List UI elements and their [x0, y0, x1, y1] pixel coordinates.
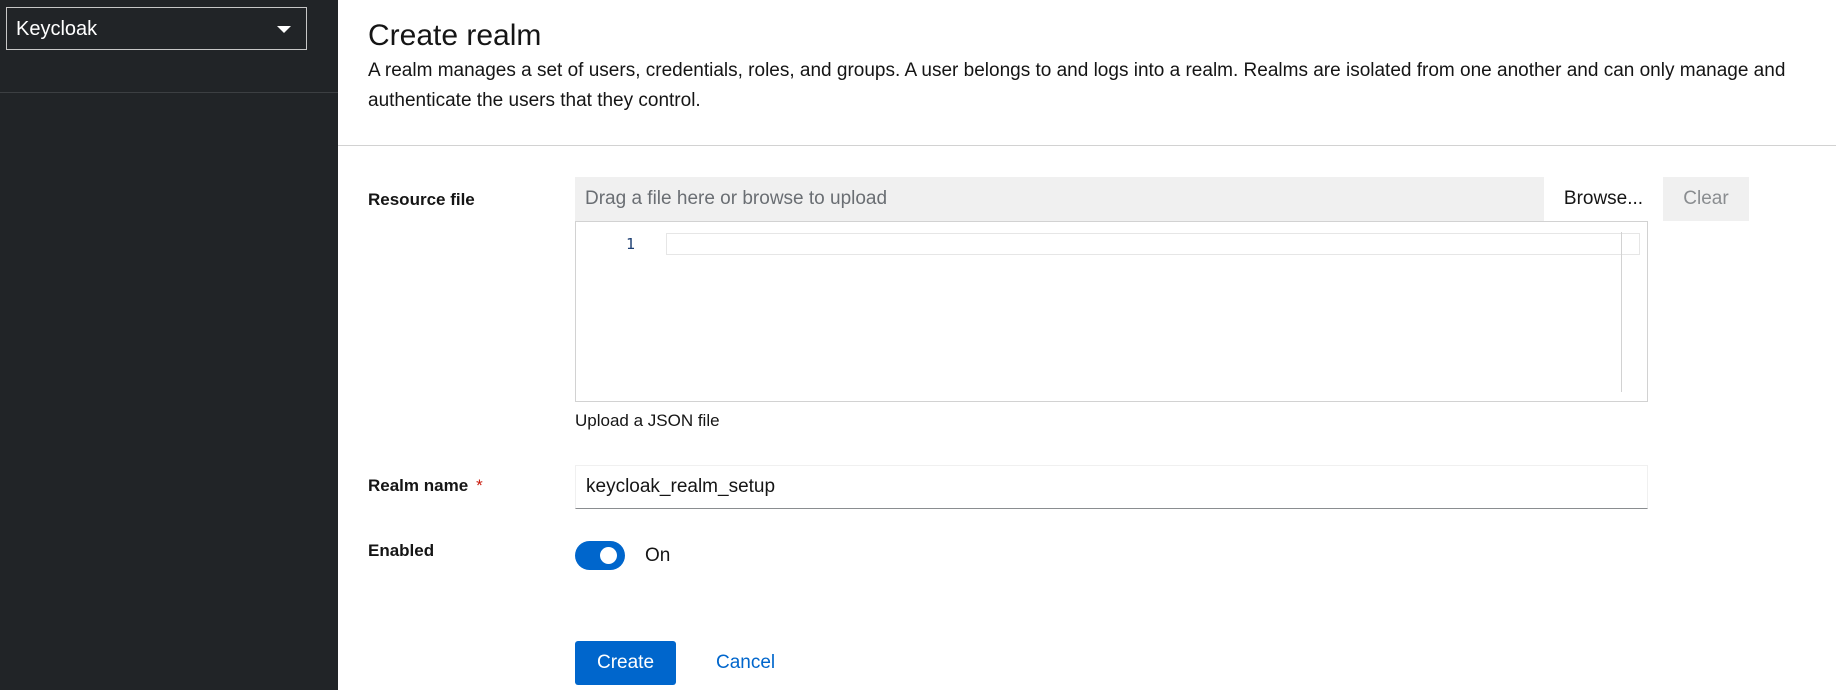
- enabled-toggle[interactable]: [575, 541, 625, 570]
- json-code-editor[interactable]: 1: [575, 221, 1648, 402]
- realm-selector[interactable]: Keycloak: [6, 7, 307, 50]
- realm-name-label: Realm name *: [368, 476, 483, 496]
- editor-active-line[interactable]: [666, 233, 1640, 255]
- editor-scrollbar[interactable]: [1621, 232, 1622, 392]
- main-content: Create realm A realm manages a set of us…: [338, 0, 1836, 690]
- enabled-label: Enabled: [368, 541, 434, 561]
- file-drop-zone[interactable]: Drag a file here or browse to upload: [575, 177, 1648, 221]
- browse-button[interactable]: Browse...: [1544, 177, 1663, 221]
- create-button[interactable]: Create: [575, 641, 676, 685]
- sidebar-divider: [0, 92, 338, 93]
- page-title: Create realm: [368, 19, 542, 52]
- caret-down-icon: [277, 26, 291, 33]
- header-divider: [338, 145, 1836, 146]
- sidebar: Keycloak: [0, 0, 338, 690]
- resource-file-helper-text: Upload a JSON file: [575, 411, 720, 430]
- editor-line-number: 1: [626, 235, 636, 253]
- realm-name-label-text: Realm name: [368, 476, 469, 495]
- required-marker: *: [476, 476, 483, 495]
- file-upload-placeholder: Drag a file here or browse to upload: [585, 188, 888, 209]
- enabled-toggle-state: On: [645, 545, 671, 566]
- toggle-knob: [600, 547, 617, 564]
- clear-button[interactable]: Clear: [1663, 177, 1749, 221]
- cancel-button[interactable]: Cancel: [716, 641, 775, 685]
- realm-name-input[interactable]: [575, 465, 1648, 509]
- resource-file-label: Resource file: [368, 190, 475, 210]
- page-description: A realm manages a set of users, credenti…: [368, 60, 1786, 111]
- realm-selector-label: Keycloak: [16, 18, 98, 40]
- resource-file-label-text: Resource file: [368, 190, 475, 209]
- enabled-label-text: Enabled: [368, 541, 435, 560]
